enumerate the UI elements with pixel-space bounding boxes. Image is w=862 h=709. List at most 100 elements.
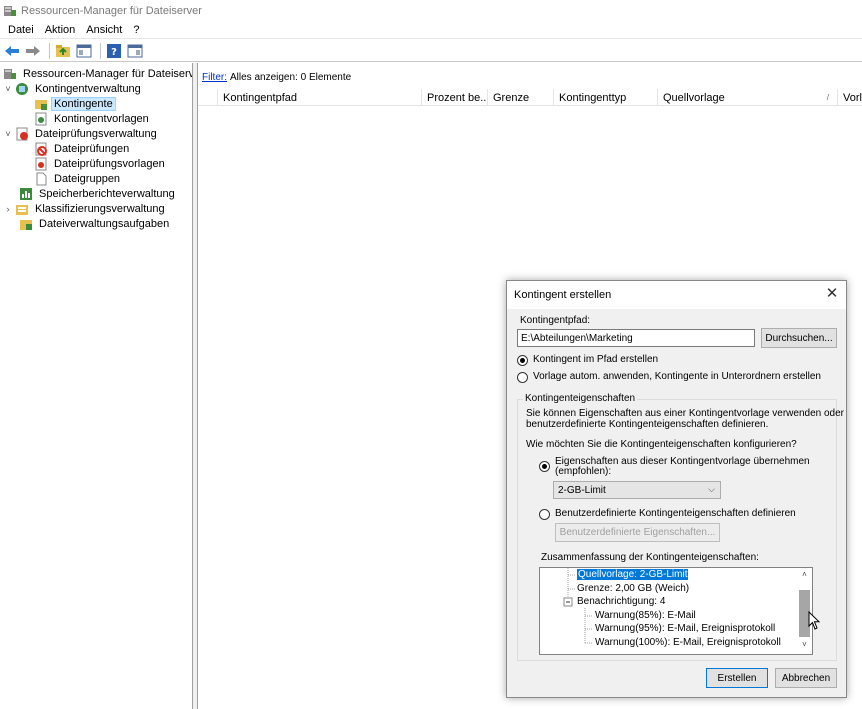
tree-item-label: Kontingente — [51, 96, 116, 111]
up-folder-icon[interactable] — [54, 43, 72, 59]
expand-chevron-icon[interactable]: ˅ — [3, 84, 13, 94]
column-header-checkbox[interactable] — [198, 89, 218, 106]
column-header-kontingenttyp[interactable]: Kontingenttyp — [554, 89, 658, 106]
toolbar: ? — [0, 40, 862, 62]
browse-button[interactable]: Durchsuchen... — [761, 328, 837, 348]
summary-line-warning-85[interactable]: Warnung(85%): E-Mail — [595, 610, 696, 621]
scroll-down-icon[interactable]: ˅ — [797, 640, 812, 652]
summary-line-notification[interactable]: Benachrichtigung: 4 — [577, 596, 665, 607]
toolbar-separator — [100, 42, 101, 59]
window-title: Ressourcen-Manager für Dateiserver — [21, 4, 202, 17]
tree-root[interactable]: Ressourcen-Manager für Dateiserver (l — [3, 66, 192, 81]
file-screen-management-icon — [15, 127, 29, 141]
quota-path-input[interactable]: E:\Abteilungen\Marketing — [517, 329, 755, 347]
column-header-vorla[interactable]: Vorla — [838, 89, 862, 106]
forward-arrow-icon[interactable] — [24, 43, 42, 59]
tree-item-label: Speicherberichteverwaltung — [39, 187, 175, 200]
tree-item-dateipruefungen[interactable]: Dateiprüfungen — [34, 141, 132, 156]
properties-description-line-1: Sie können Eigenschaften aus einer Konti… — [526, 408, 844, 419]
tree-item-dateipruefungsvorlagen[interactable]: Dateiprüfungsvorlagen — [34, 156, 168, 171]
sort-indicator-icon: / — [826, 93, 829, 102]
summary-line-source-template[interactable]: Quellvorlage: 2-GB-Limit — [577, 569, 689, 580]
file-screen-template-icon — [34, 157, 48, 171]
filter-status: Alles anzeigen: 0 Elemente — [230, 71, 352, 83]
tree-item-speicherberichteverwaltung[interactable]: Speicherberichteverwaltung — [19, 186, 178, 201]
radio-create-in-path[interactable] — [517, 355, 528, 366]
column-header-quellvorlage[interactable]: Quellvorlage / — [658, 89, 838, 106]
radio-use-template-label-line-2: (empfohlen): — [555, 466, 612, 477]
column-header-prozent[interactable]: Prozent be... — [422, 89, 488, 106]
create-quota-dialog: Kontingent erstellen ✕ Kontingentpfad: E… — [506, 280, 847, 698]
svg-text:?: ? — [111, 47, 117, 58]
filter-link[interactable]: Filter: — [202, 72, 227, 83]
dialog-title-bar: Kontingent erstellen — [507, 281, 846, 309]
storage-report-icon — [19, 187, 33, 201]
tree-item-label: Dateiverwaltungsaufgaben — [39, 217, 170, 230]
show-hide-tree-icon[interactable] — [75, 43, 93, 59]
menu-help[interactable]: ? — [129, 24, 146, 36]
summary-line-limit[interactable]: Grenze: 2,00 GB (Weich) — [577, 583, 689, 594]
mouse-cursor-icon — [808, 610, 822, 634]
toolbar-separator — [49, 42, 50, 59]
summary-line-warning-100[interactable]: Warnung(100%): E-Mail, Ereignisprotokoll — [595, 637, 781, 648]
tree-item-label: Dateigruppen — [54, 172, 121, 185]
quota-template-icon — [34, 112, 48, 126]
tree-item-dateiverwaltungsaufgaben[interactable]: Dateiverwaltungsaufgaben — [19, 216, 172, 231]
cancel-button[interactable]: Abbrechen — [775, 668, 837, 688]
scroll-up-icon[interactable]: ˄ — [797, 570, 812, 582]
column-header-grenze[interactable]: Grenze — [488, 89, 554, 106]
tree-root-label: Ressourcen-Manager für Dateiserver (l — [23, 67, 192, 80]
summary-tree[interactable]: Quellvorlage: 2-GB-Limit Grenze: 2,00 GB… — [539, 567, 813, 655]
server-manager-icon — [3, 4, 17, 18]
quota-folder-icon — [34, 97, 48, 111]
custom-properties-button[interactable]: Benutzerdefinierte Eigenschaften... — [555, 523, 720, 542]
tree-item-kontingentvorlagen[interactable]: Kontingentvorlagen — [34, 111, 152, 126]
radio-use-template[interactable] — [539, 461, 550, 472]
help-icon[interactable]: ? — [105, 43, 123, 59]
tree-item-label: Kontingentverwaltung — [35, 82, 141, 95]
column-header-kontingentpfad[interactable]: Kontingentpfad — [218, 89, 422, 106]
radio-custom-properties[interactable] — [539, 509, 550, 520]
tree-item-klassifizierungsverwaltung[interactable]: › Klassifizierungsverwaltung — [3, 201, 168, 216]
menu-aktion[interactable]: Aktion — [41, 24, 83, 36]
server-manager-icon — [3, 67, 17, 81]
summary-label: Zusammenfassung der Kontingenteigenschaf… — [541, 552, 759, 563]
classification-icon — [15, 202, 29, 216]
template-select[interactable]: 2-GB-Limit ⌵ — [553, 481, 721, 499]
radio-custom-properties-label: Benutzerdefinierte Kontingenteigenschaft… — [555, 508, 796, 519]
path-label: Kontingentpfad: — [520, 315, 591, 326]
chevron-down-icon: ⌵ — [708, 484, 715, 494]
file-screen-icon — [34, 142, 48, 156]
menu-datei[interactable]: Datei — [4, 24, 41, 36]
tree-item-kontingente[interactable]: Kontingente — [34, 96, 116, 111]
tree-item-label: Kontingentvorlagen — [54, 112, 149, 125]
menu-bar: Datei Aktion Ansicht ? — [0, 21, 862, 39]
close-icon[interactable]: ✕ — [824, 286, 840, 302]
file-group-icon — [34, 172, 48, 186]
list-header: Kontingentpfad Prozent be... Grenze Kont… — [198, 89, 862, 106]
radio-auto-apply-template-label: Vorlage autom. anwenden, Kontingente in … — [533, 371, 821, 382]
tree-item-dateipruefungsverwaltung[interactable]: ˅ Dateiprüfungsverwaltung — [3, 126, 160, 141]
radio-auto-apply-template[interactable] — [517, 372, 528, 383]
template-select-value: 2-GB-Limit — [558, 484, 606, 496]
expand-chevron-icon[interactable]: › — [3, 204, 13, 214]
dialog-title: Kontingent erstellen — [514, 289, 612, 301]
tree-item-label: Dateiprüfungen — [54, 142, 130, 155]
tree-item-label: Klassifizierungsverwaltung — [35, 202, 165, 215]
panel-icon[interactable] — [126, 43, 144, 59]
quota-properties-group-title: Kontingenteigenschaften — [523, 393, 638, 404]
pane-splitter[interactable] — [193, 63, 198, 709]
filter-bar: Filter: Alles anzeigen: 0 Elemente — [198, 68, 862, 86]
expand-chevron-icon[interactable]: ˅ — [3, 129, 13, 139]
tree-item-kontingentverwaltung[interactable]: ˅ Kontingentverwaltung — [3, 81, 144, 96]
back-arrow-icon[interactable] — [3, 43, 21, 59]
navigation-tree: Ressourcen-Manager für Dateiserver (l ˅ … — [0, 63, 193, 709]
quota-management-icon — [15, 82, 29, 96]
create-button[interactable]: Erstellen — [706, 668, 768, 688]
tree-item-label: Dateiprüfungsvorlagen — [54, 157, 165, 170]
tree-item-dateigruppen[interactable]: Dateigruppen — [34, 171, 123, 186]
file-management-task-icon — [19, 217, 33, 231]
summary-line-warning-95[interactable]: Warnung(95%): E-Mail, Ereignisprotokoll — [595, 623, 775, 634]
configure-question: Wie möchten Sie die Kontingenteigenschaf… — [526, 439, 797, 450]
menu-ansicht[interactable]: Ansicht — [82, 24, 129, 36]
